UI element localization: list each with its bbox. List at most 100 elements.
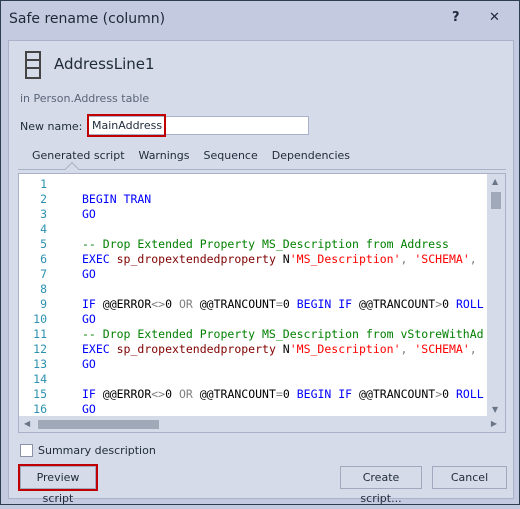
- content-panel: AddressLine1 in Person.Address table New…: [8, 40, 514, 505]
- line-number: 1: [40, 177, 47, 191]
- line-text: -- Drop Extended Property MS_Description…: [47, 327, 484, 342]
- preview-script-button[interactable]: Preview script: [20, 466, 96, 505]
- vertical-scroll-thumb[interactable]: [491, 192, 501, 209]
- checkbox-box[interactable]: [20, 444, 33, 457]
- code-token: 'SCHEMA': [414, 252, 470, 266]
- tab-dependencies[interactable]: Dependencies: [265, 149, 357, 162]
- summary-description-label: Summary description: [38, 444, 156, 457]
- code-line: 13 GO: [19, 357, 487, 372]
- code-token: ,: [469, 252, 477, 266]
- close-button[interactable]: ✕: [489, 10, 500, 25]
- tab-sequence[interactable]: Sequence: [196, 149, 264, 162]
- scroll-down-icon[interactable]: ▼: [492, 405, 498, 414]
- code-line: 16 GO: [19, 402, 487, 417]
- code-token: <>: [151, 297, 166, 311]
- code-token: @@ERROR: [102, 387, 152, 401]
- new-name-label: New name:: [20, 120, 83, 133]
- code-token: =: [275, 387, 283, 401]
- horizontal-scroll-thumb[interactable]: [38, 420, 159, 429]
- line-number: 5: [40, 237, 47, 251]
- code-line: 3 GO: [19, 207, 487, 222]
- dialog-title: Safe rename (column): [9, 11, 166, 27]
- cancel-button[interactable]: Cancel: [432, 466, 507, 489]
- line-text: [47, 222, 82, 237]
- code-line: 8: [19, 282, 487, 297]
- new-name-input[interactable]: [87, 116, 309, 135]
- line-number: 16: [33, 402, 47, 416]
- code-token: 'MS_Description': [289, 342, 401, 356]
- line-text: BEGIN TRAN: [47, 192, 151, 207]
- code-token: <>: [151, 387, 166, 401]
- code-line: 4: [19, 222, 487, 237]
- line-number: 6: [40, 252, 47, 266]
- line-text: IF @@ERROR<>0 OR @@TRANCOUNT=0 BEGIN IF …: [47, 387, 484, 402]
- code-line: 11 -- Drop Extended Property MS_Descripti…: [19, 327, 487, 342]
- line-number: 9: [40, 297, 47, 311]
- code-token: OR: [178, 297, 200, 311]
- horizontal-scrollbar[interactable]: ◀ ▶: [19, 416, 505, 432]
- script-code[interactable]: 1 2 BEGIN TRAN 3 GO 4 5 -- Drop Extended Proper…: [19, 177, 487, 417]
- code-token: @@TRANCOUNT: [199, 297, 276, 311]
- script-editor[interactable]: 1 2 BEGIN TRAN 3 GO 4 5 -- Drop Extended Proper…: [18, 173, 506, 433]
- code-token: =: [275, 297, 283, 311]
- code-token: ROLL: [456, 387, 484, 401]
- line-number: 14: [33, 372, 47, 386]
- tab-bar: Generated script Warnings Sequence Depen…: [25, 149, 357, 162]
- line-number: 15: [33, 387, 47, 401]
- code-token: GO: [82, 402, 96, 416]
- code-token: IF: [82, 387, 103, 401]
- code-token: 'SCHEMA': [414, 342, 470, 356]
- line-text: -- Drop Extended Property MS_Description…: [47, 237, 449, 252]
- code-line: 10 GO: [19, 312, 487, 327]
- code-token: @@TRANCOUNT: [359, 387, 436, 401]
- code-line: 1: [19, 177, 487, 192]
- code-token: -- Drop Extended Property MS_Description…: [82, 327, 484, 341]
- code-line: 2 BEGIN TRAN: [19, 192, 487, 207]
- code-token: 0: [442, 387, 456, 401]
- summary-description-checkbox[interactable]: Summary description: [20, 444, 156, 457]
- code-token: N: [282, 342, 290, 356]
- scroll-left-icon[interactable]: ◀: [24, 419, 30, 428]
- line-text: [47, 177, 82, 192]
- line-text: IF @@ERROR<>0 OR @@TRANCOUNT=0 BEGIN IF …: [47, 297, 484, 312]
- vertical-scrollbar[interactable]: ▲ ▼: [487, 174, 505, 417]
- line-text: [47, 372, 82, 387]
- line-text: EXEC sp_dropextendedproperty N'MS_Descri…: [47, 342, 477, 357]
- object-context: in Person.Address table: [20, 92, 150, 105]
- scroll-right-icon[interactable]: ▶: [491, 419, 497, 428]
- code-token: 'MS_Description': [289, 252, 401, 266]
- line-text: GO: [47, 267, 96, 282]
- line-text: GO: [47, 207, 96, 222]
- line-number: 12: [33, 342, 47, 356]
- code-token: N: [282, 252, 290, 266]
- code-token: 0: [165, 297, 179, 311]
- create-script-button[interactable]: Create script...: [340, 466, 422, 505]
- line-text: GO: [47, 357, 96, 372]
- code-token: EXEC: [82, 252, 117, 266]
- tab-warnings[interactable]: Warnings: [132, 149, 197, 162]
- code-token: GO: [82, 207, 96, 221]
- code-token: 0: [282, 297, 297, 311]
- code-token: GO: [82, 312, 96, 326]
- code-token: @@ERROR: [102, 297, 152, 311]
- code-line: 5 -- Drop Extended Property MS_Descriptio…: [19, 237, 487, 252]
- line-number: 7: [40, 267, 47, 281]
- code-token: BEGIN IF: [296, 297, 360, 311]
- safe-rename-dialog: Safe rename (column) ? ✕ AddressLine1 in…: [0, 0, 520, 505]
- line-text: GO: [47, 402, 96, 417]
- object-name: AddressLine1: [54, 55, 155, 73]
- code-token: OR: [178, 387, 200, 401]
- tab-generated-script[interactable]: Generated script: [25, 149, 132, 162]
- code-token: 0: [442, 297, 456, 311]
- code-token: EXEC: [82, 342, 117, 356]
- code-token: sp_dropextendedproperty: [116, 342, 283, 356]
- line-text: EXEC sp_dropextendedproperty N'MS_Descri…: [47, 252, 477, 267]
- help-button[interactable]: ?: [452, 10, 460, 25]
- code-token: ROLL: [456, 297, 484, 311]
- code-token: IF: [82, 297, 103, 311]
- code-token: 0: [165, 387, 179, 401]
- code-token: ,: [469, 342, 477, 356]
- line-text: GO: [47, 312, 96, 327]
- scroll-up-icon[interactable]: ▲: [492, 177, 498, 186]
- code-token: GO: [82, 267, 96, 281]
